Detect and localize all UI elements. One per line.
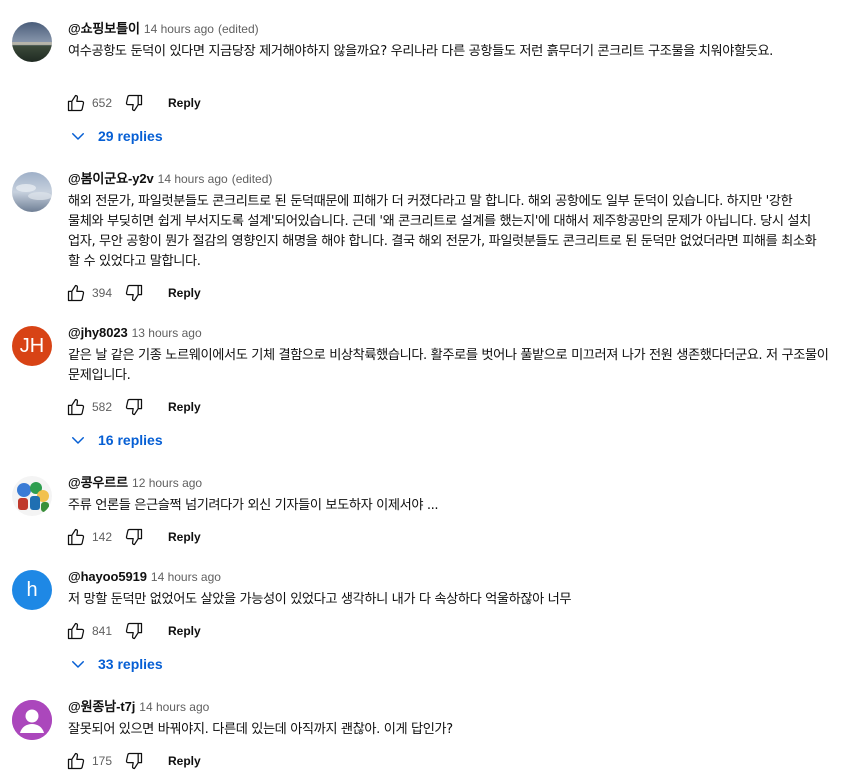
comment-meta: @hayoo5919 14 hours ago: [68, 568, 221, 586]
sky-photo-icon: [12, 172, 52, 212]
replies-count-label: 33 replies: [98, 656, 163, 672]
comment-text: 저 망할 둔덕만 없었어도 살았을 가능성이 있었다고 생각하니 내가 다 속상…: [68, 592, 572, 607]
avatar[interactable]: [12, 172, 52, 212]
default-user-icon: [12, 700, 52, 740]
comment-actions: 582 Reply: [64, 395, 201, 419]
like-count: 142: [92, 530, 113, 544]
avatar[interactable]: h: [12, 570, 52, 610]
like-count: 652: [92, 96, 113, 110]
chevron-down-icon: [66, 124, 90, 148]
edited-label: (edited): [231, 172, 273, 186]
cartoon-characters-icon: [12, 476, 52, 516]
dislike-button[interactable]: [122, 91, 146, 115]
avatar[interactable]: [12, 22, 52, 62]
replies-count-label: 29 replies: [98, 128, 163, 144]
author-name[interactable]: @봄이군요-y2v: [68, 171, 154, 186]
comment-meta: @콩우르르 12 hours ago: [68, 474, 202, 492]
thumbs-up-icon: [67, 94, 85, 112]
dislike-button[interactable]: [122, 619, 146, 643]
author-name[interactable]: @콩우르르: [68, 475, 128, 490]
thumbs-down-icon: [125, 284, 143, 302]
timestamp[interactable]: 13 hours ago: [132, 326, 202, 340]
thumbs-down-icon: [125, 752, 143, 770]
view-replies-button[interactable]: 16 replies: [66, 428, 163, 452]
comment-actions: 142 Reply: [64, 525, 201, 549]
reply-button[interactable]: Reply: [168, 286, 201, 300]
comment-text: 여수공항도 둔덕이 있다면 지금당장 제거해야하지 않을까요? 우리나라 다른 …: [68, 44, 773, 59]
dislike-button[interactable]: [122, 395, 146, 419]
like-button[interactable]: [64, 525, 88, 549]
like-button[interactable]: [64, 91, 88, 115]
like-button[interactable]: [64, 395, 88, 419]
edited-label: (edited): [217, 22, 259, 36]
dislike-button[interactable]: [122, 281, 146, 305]
timestamp[interactable]: 14 hours ago: [144, 22, 214, 36]
thumbs-up-icon: [67, 528, 85, 546]
thumbs-down-icon: [125, 528, 143, 546]
dislike-button[interactable]: [122, 525, 146, 549]
thumbs-down-icon: [125, 94, 143, 112]
replies-count-label: 16 replies: [98, 432, 163, 448]
comment-meta: @원종남-t7j 14 hours ago: [68, 698, 209, 716]
like-count: 394: [92, 286, 113, 300]
comment-text: 잘못되어 있으면 바꿔야지. 다른데 있는데 아직까지 괜찮아. 이게 답인가?: [68, 722, 453, 737]
avatar[interactable]: [12, 700, 52, 740]
like-count: 582: [92, 400, 113, 414]
timestamp[interactable]: 12 hours ago: [132, 476, 202, 490]
avatar[interactable]: [12, 476, 52, 516]
author-name[interactable]: @쇼핑보틀이: [68, 21, 140, 36]
comment-actions: 652 Reply: [64, 91, 201, 115]
comment-text: 해외 전문가, 파일럿분들도 콘크리트로 된 둔덕때문에 피해가 더 커졌다라고…: [68, 194, 817, 269]
timestamp[interactable]: 14 hours ago: [139, 700, 209, 714]
reply-button[interactable]: Reply: [168, 624, 201, 638]
reply-button[interactable]: Reply: [168, 754, 201, 768]
comment-actions: 175 Reply: [64, 749, 201, 773]
dislike-button[interactable]: [122, 749, 146, 773]
like-button[interactable]: [64, 749, 88, 773]
like-count: 841: [92, 624, 113, 638]
view-replies-button[interactable]: 33 replies: [66, 652, 163, 676]
comment-meta: @쇼핑보틀이 14 hours ago (edited): [68, 20, 259, 38]
reply-button[interactable]: Reply: [168, 530, 201, 544]
comment-text: 주류 언론들 은근슬쩍 넘기려다가 외신 기자들이 보도하자 이제서야 ...: [68, 498, 439, 513]
reply-button[interactable]: Reply: [168, 96, 201, 110]
like-button[interactable]: [64, 281, 88, 305]
author-name[interactable]: @원종남-t7j: [68, 699, 135, 714]
comment-meta: @봄이군요-y2v 14 hours ago (edited): [68, 170, 272, 188]
chevron-down-icon: [66, 652, 90, 676]
timestamp[interactable]: 14 hours ago: [151, 570, 221, 584]
chevron-down-icon: [66, 428, 90, 452]
thumbs-up-icon: [67, 398, 85, 416]
thumbs-up-icon: [67, 284, 85, 302]
thumbs-up-icon: [67, 622, 85, 640]
author-name[interactable]: @hayoo5919: [68, 569, 147, 584]
thumbs-down-icon: [125, 398, 143, 416]
timestamp[interactable]: 14 hours ago: [158, 172, 228, 186]
thumbs-down-icon: [125, 622, 143, 640]
view-replies-button[interactable]: 29 replies: [66, 124, 163, 148]
comment-text: 같은 날 같은 기종 노르웨이에서도 기체 결함으로 비상착륙했습니다. 활주로…: [68, 348, 829, 383]
avatar[interactable]: JH: [12, 326, 52, 366]
comment-meta: @jhy8023 13 hours ago: [68, 324, 202, 342]
comment-actions: 841 Reply: [64, 619, 201, 643]
landscape-photo-icon: [12, 22, 52, 62]
comment-actions: 394 Reply: [64, 281, 201, 305]
reply-button[interactable]: Reply: [168, 400, 201, 414]
thumbs-up-icon: [67, 752, 85, 770]
like-count: 175: [92, 754, 113, 768]
like-button[interactable]: [64, 619, 88, 643]
author-name[interactable]: @jhy8023: [68, 325, 128, 340]
